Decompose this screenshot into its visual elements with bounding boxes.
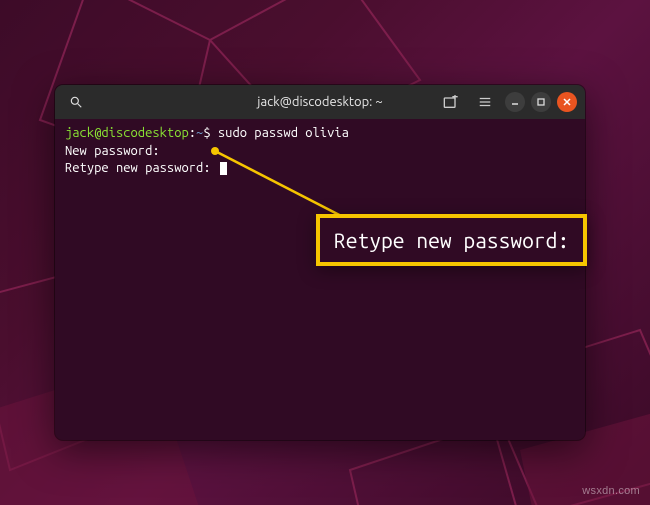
terminal-output[interactable]: jack@discodesktop:~$ sudo passwd olivia … bbox=[55, 119, 585, 440]
close-button[interactable] bbox=[557, 92, 577, 112]
terminal-line: jack@discodesktop:~$ sudo passwd olivia bbox=[65, 125, 575, 143]
close-icon bbox=[562, 97, 572, 107]
prompt-user: jack@discodesktop bbox=[65, 126, 189, 140]
search-button[interactable] bbox=[61, 88, 91, 116]
window-titlebar[interactable]: jack@discodesktop: ~ bbox=[55, 85, 585, 119]
watermark: wsxdn.com bbox=[582, 485, 640, 497]
cursor bbox=[220, 162, 227, 175]
command-text: sudo passwd olivia bbox=[218, 126, 349, 140]
new-tab-button[interactable] bbox=[437, 88, 465, 116]
callout-text: Retype new password: bbox=[334, 228, 569, 252]
callout-box: Retype new password: bbox=[316, 214, 587, 266]
terminal-line: Retype new password: bbox=[65, 160, 575, 178]
search-icon bbox=[69, 95, 83, 109]
new-tab-icon bbox=[443, 95, 459, 109]
maximize-button[interactable] bbox=[531, 92, 551, 112]
minimize-button[interactable] bbox=[505, 92, 525, 112]
minimize-icon bbox=[510, 97, 520, 107]
maximize-icon bbox=[536, 97, 546, 107]
menu-button[interactable] bbox=[471, 88, 499, 116]
hamburger-icon bbox=[478, 95, 492, 109]
terminal-line: New password: bbox=[65, 143, 575, 161]
